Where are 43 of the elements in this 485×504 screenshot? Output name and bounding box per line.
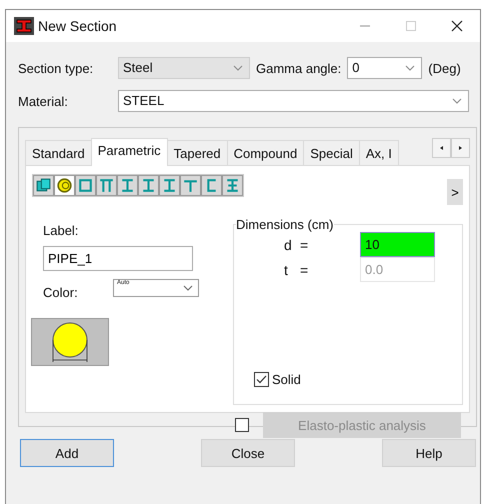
equals-sign: = bbox=[300, 262, 310, 278]
more-button[interactable]: > bbox=[447, 179, 463, 205]
shape-tool-icon[interactable] bbox=[159, 175, 180, 196]
color-label: Color: bbox=[43, 284, 79, 300]
material-label: Material: bbox=[18, 94, 69, 108]
gamma-angle-label: Gamma angle: bbox=[256, 60, 342, 76]
shape-tool-icon[interactable] bbox=[117, 175, 138, 196]
shape-tool-icon[interactable] bbox=[33, 175, 54, 196]
solid-label: Solid bbox=[272, 372, 301, 387]
label-caption: Label: bbox=[43, 223, 80, 238]
shape-tool-icon[interactable] bbox=[75, 175, 96, 196]
section-type-label: Section type: bbox=[18, 60, 94, 76]
dialog-button[interactable]: Close bbox=[201, 439, 295, 467]
unit-label: (Deg) bbox=[428, 60, 461, 76]
label-input[interactable]: PIPE_1 bbox=[43, 246, 193, 271]
shape-tool-icon[interactable] bbox=[54, 175, 75, 196]
chevron-down-icon bbox=[183, 284, 193, 290]
shape-tool-icon[interactable] bbox=[138, 175, 159, 196]
shape-tool-icon[interactable] bbox=[180, 175, 201, 196]
chevron-down-icon bbox=[452, 98, 462, 104]
gamma-angle-dropdown[interactable]: 0 bbox=[347, 57, 422, 79]
window-title: New Section bbox=[38, 18, 117, 34]
chevron-down-icon bbox=[233, 65, 243, 71]
shape-tool-icon[interactable] bbox=[96, 175, 117, 196]
dialog-button[interactable]: Help bbox=[382, 439, 476, 467]
dimension-label: d bbox=[284, 236, 293, 252]
dimensions-title: Dimensions (cm) bbox=[236, 217, 334, 232]
tab[interactable]: Standard bbox=[25, 140, 92, 165]
i-beam-icon bbox=[14, 17, 34, 35]
dimension-input[interactable]: 10 bbox=[360, 232, 435, 257]
dimension-label: t bbox=[284, 262, 289, 278]
dialog-button[interactable]: Add bbox=[20, 439, 114, 467]
section-type-dropdown[interactable]: Steel bbox=[118, 57, 250, 79]
tab[interactable]: Parametric bbox=[90, 138, 168, 166]
tab[interactable]: Ax, I bbox=[358, 140, 399, 165]
shape-tool-icon[interactable] bbox=[201, 175, 222, 196]
scroll-right-icon[interactable] bbox=[451, 138, 470, 158]
solid-checkbox[interactable] bbox=[254, 372, 269, 387]
shape-tool-icon[interactable] bbox=[222, 175, 243, 196]
chevron-down-icon bbox=[405, 65, 416, 71]
scroll-left-icon[interactable] bbox=[432, 138, 451, 158]
equals-sign: = bbox=[300, 236, 310, 252]
material-dropdown[interactable]: STEEL bbox=[118, 90, 469, 112]
